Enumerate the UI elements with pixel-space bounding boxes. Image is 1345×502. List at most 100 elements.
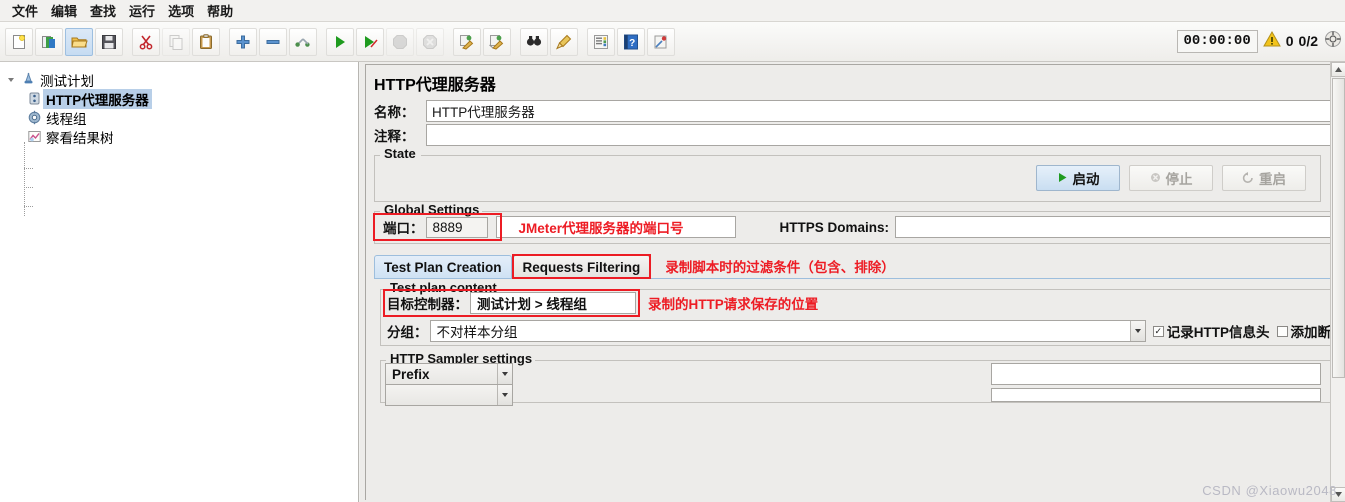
templates-icon[interactable] (35, 27, 63, 56)
new-file-icon[interactable] (5, 27, 33, 56)
start-no-pauses-icon[interactable] (356, 27, 384, 56)
stop-circle-icon (1150, 171, 1161, 186)
elapsed-timer: 00:00:00 (1176, 29, 1258, 53)
tree-node-view-results-tree[interactable]: 察看结果树 (0, 127, 358, 146)
help-icon[interactable]: ? (617, 27, 645, 56)
warning-triangle-icon (1262, 30, 1281, 52)
clear-all-icon[interactable] (483, 27, 511, 56)
port-label: 端口： (383, 221, 424, 236)
target-controller-label: 目标控制器： (387, 297, 468, 312)
toolbar-separator (318, 28, 325, 56)
collapse-all-icon[interactable] (259, 27, 287, 56)
reset-search-icon[interactable] (550, 27, 578, 56)
chevron-down-icon[interactable] (1129, 321, 1145, 341)
menu-run[interactable]: 运行 (123, 0, 162, 22)
start-proxy-button[interactable]: 启动 (1036, 165, 1120, 191)
state-group: State 启动 停止 重启 (374, 146, 1321, 202)
panel-inner: HTTP代理服务器 名称： HTTP代理服务器 注释： State 启动 停止 … (365, 64, 1332, 500)
prefix-label: Prefix (392, 366, 430, 382)
scrollbar-thumb[interactable] (1332, 78, 1345, 378)
stop-icon[interactable] (386, 27, 414, 56)
expand-handle-icon[interactable] (6, 70, 20, 89)
search-icon[interactable] (520, 27, 548, 56)
capture-headers-label: 记录HTTP信息头 (1166, 325, 1270, 340)
toolbar-separator (579, 28, 586, 56)
next-value-input-partial[interactable] (991, 388, 1321, 402)
scroll-down-button[interactable] (1331, 487, 1345, 502)
add-assertions-label: 添加断 (1290, 325, 1332, 340)
tree-node-thread-group[interactable]: 线程组 (0, 108, 358, 127)
comment-label: 注释： (374, 129, 415, 144)
stop-proxy-label: 停止 (1165, 172, 1193, 187)
restart-proxy-label: 重启 (1259, 172, 1286, 187)
clear-icon[interactable] (453, 27, 481, 56)
http-sampler-settings-group: HTTP Sampler settings Prefix (380, 351, 1331, 406)
prefix-combo[interactable]: Prefix (385, 363, 513, 385)
menu-bar: 文件 编辑 查找 运行 选项 帮助 (0, 0, 1345, 22)
tree-node-http-proxy-server[interactable]: HTTP代理服务器 (0, 88, 358, 109)
tab-panel-test-plan-creation: Test plan content 目标控制器： 测试计划 > 线程组 录制的H… (374, 278, 1331, 406)
toolbar-separator (512, 28, 519, 56)
view-results-tree-icon (26, 128, 43, 145)
test-plan-content-group: Test plan content 目标控制器： 测试计划 > 线程组 录制的H… (380, 280, 1331, 346)
menu-file[interactable]: 文件 (6, 0, 45, 22)
connect-icon[interactable] (1323, 29, 1343, 54)
restart-proxy-button[interactable]: 重启 (1222, 165, 1306, 191)
capture-headers-checkbox[interactable]: ✓ 记录HTTP信息头 (1152, 321, 1270, 341)
panel-vertical-scrollbar[interactable] (1330, 62, 1345, 502)
menu-options[interactable]: 选项 (162, 0, 201, 22)
chevron-down-icon[interactable] (497, 385, 512, 405)
global-settings-legend: Global Settings (381, 202, 483, 217)
scroll-up-button[interactable] (1331, 62, 1345, 77)
grouping-row: 分组： 不对样本分组 ✓ 记录HTTP信息头 添加断 (381, 317, 1331, 345)
port-input[interactable]: 8889 (425, 216, 488, 238)
global-settings-group: Global Settings 端口： 8889 JMeter代理服务器的端口号… (374, 202, 1331, 244)
cut-icon[interactable] (132, 27, 160, 56)
thread-group-icon (26, 109, 43, 126)
menu-help[interactable]: 帮助 (201, 0, 240, 22)
https-domains-input[interactable] (895, 216, 1331, 238)
tab-test-plan-creation[interactable]: Test Plan Creation (374, 255, 512, 278)
expand-all-icon[interactable] (229, 27, 257, 56)
toggle-icon[interactable] (289, 27, 317, 56)
stop-proxy-button[interactable]: 停止 (1129, 165, 1213, 191)
checkbox-box-icon: ✓ (1152, 325, 1164, 337)
grouping-combo[interactable]: 不对样本分组 (429, 320, 1146, 342)
paste-icon[interactable] (192, 27, 220, 56)
chevron-down-icon[interactable] (497, 364, 512, 384)
global-settings-body: 端口： 8889 JMeter代理服务器的端口号 HTTPS Domains: (375, 211, 1331, 243)
menu-edit[interactable]: 编辑 (45, 0, 84, 22)
next-combo-partial[interactable] (385, 384, 513, 406)
https-domains-label: HTTPS Domains: (779, 219, 890, 235)
restart-icon (1242, 171, 1254, 186)
comment-row: 注释： (366, 124, 1331, 146)
tree-elbow (24, 168, 33, 169)
port-annotation-box: JMeter代理服务器的端口号 (495, 216, 736, 238)
test-plan-tree[interactable]: 测试计划 HTTP代理服务器 线程组 察看结果树 (0, 62, 359, 502)
comment-input[interactable] (426, 124, 1331, 146)
save-icon[interactable] (95, 27, 123, 56)
open-folder-icon[interactable] (65, 27, 93, 56)
toolbar-status: 00:00:00 0 0/2 (1176, 27, 1343, 55)
target-controller-combo[interactable]: 测试计划 > 线程组 (470, 292, 636, 314)
prefix-value-input[interactable] (991, 363, 1321, 385)
state-buttons: 启动 停止 重启 (375, 155, 1320, 201)
copy-icon[interactable] (162, 27, 190, 56)
test-plan-icon (20, 71, 37, 88)
toolbar-separator (445, 28, 452, 56)
start-icon[interactable] (326, 27, 354, 56)
prefix-next-row-partial (381, 384, 1331, 406)
play-icon (1057, 171, 1068, 186)
grouping-label: 分组： (387, 325, 428, 340)
shutdown-icon[interactable] (416, 27, 444, 56)
menu-search[interactable]: 查找 (84, 0, 123, 22)
tree-node-test-plan[interactable]: 测试计划 (0, 70, 358, 89)
jmeter-window: 文件 编辑 查找 运行 选项 帮助 ? 00:00:00 0 0/2 测试计划 … (0, 0, 1345, 502)
add-assertions-checkbox[interactable]: 添加断 (1276, 321, 1332, 341)
tab-requests-filtering[interactable]: Requests Filtering (512, 255, 651, 278)
tree-elbow (24, 187, 33, 188)
start-proxy-label: 启动 (1072, 172, 1100, 187)
undo-icon[interactable] (647, 27, 675, 56)
name-input[interactable]: HTTP代理服务器 (426, 100, 1331, 122)
function-helper-icon[interactable] (587, 27, 615, 56)
